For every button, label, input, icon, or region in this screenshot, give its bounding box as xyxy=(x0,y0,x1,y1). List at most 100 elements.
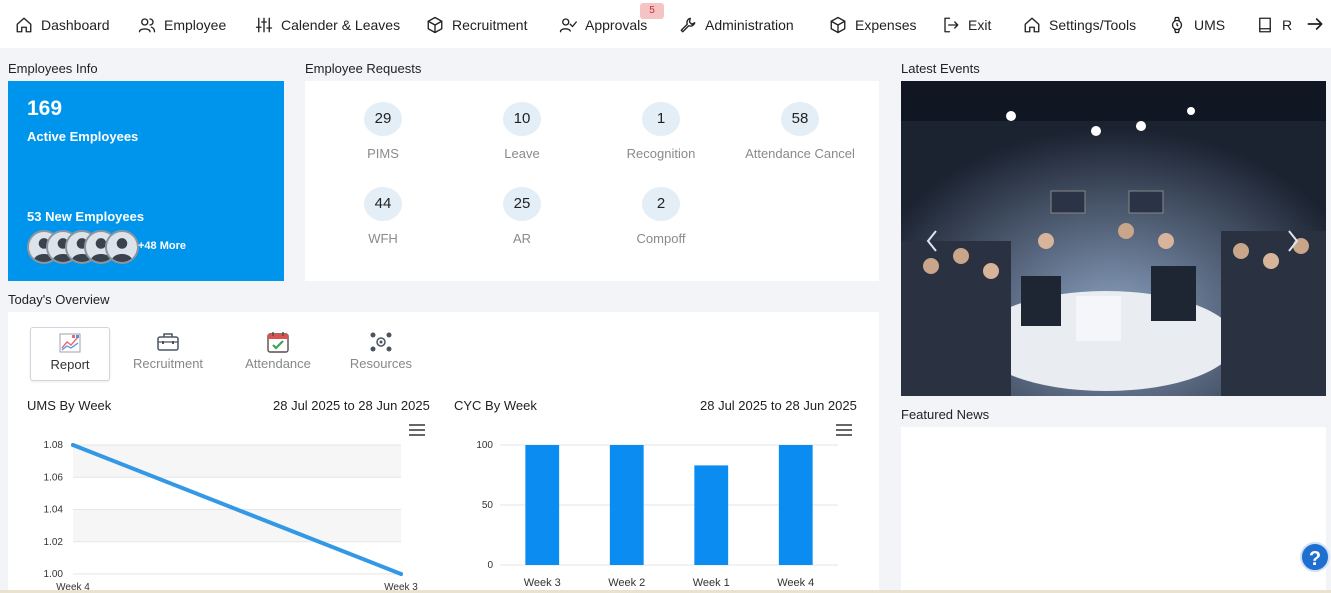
nav-approvals[interactable]: Approvals xyxy=(559,14,647,36)
tab-report[interactable]: Report xyxy=(30,327,110,381)
featured-news-title: Featured News xyxy=(901,407,990,422)
ums-y-tick-label: 1.04 xyxy=(44,505,64,516)
help-button[interactable]: ? xyxy=(1300,542,1330,572)
briefcase-icon xyxy=(157,333,179,351)
cyc-bar xyxy=(778,445,813,565)
more-employees-link[interactable]: +48 More xyxy=(138,240,186,252)
nav-label: Approvals xyxy=(585,17,648,33)
users-icon xyxy=(138,18,156,33)
cyc-y-tick-label: 0 xyxy=(487,560,493,571)
tab-resources[interactable]: Resources xyxy=(341,327,421,381)
featured-news-panel xyxy=(901,427,1326,593)
request-item-ar[interactable]: 25 AR xyxy=(457,187,587,246)
employees-info-card[interactable]: 169 Active Employees 53 New Employees +4… xyxy=(8,81,284,281)
tab-attendance[interactable]: Attendance xyxy=(238,327,318,381)
arrow-right-icon xyxy=(1307,18,1323,30)
nav-label: Re xyxy=(1282,17,1292,33)
request-label: Recognition xyxy=(626,146,696,161)
request-item-attendance-cancel[interactable]: 58 Attendance Cancel xyxy=(735,102,865,161)
tab-label: Recruitment xyxy=(132,356,204,371)
nav-label: UMS xyxy=(1194,17,1226,33)
tab-label: Report xyxy=(50,357,90,372)
cyc-chart-menu-icon[interactable] xyxy=(836,424,852,436)
employees-info-title: Employees Info xyxy=(8,61,98,76)
top-navigation: Dashboard Employee Calender & Leaves Rec… xyxy=(0,0,1331,48)
nav-employee[interactable]: Employee xyxy=(138,14,226,36)
todays-overview-title: Today's Overview xyxy=(8,292,110,307)
ums-y-tick-label: 1.02 xyxy=(44,537,64,548)
nav-scroll-right-button[interactable] xyxy=(1305,14,1325,34)
nav-label: Employee xyxy=(164,17,227,33)
request-count: 58 xyxy=(781,102,819,136)
nav-label: Settings/Tools xyxy=(1049,17,1137,33)
latest-events-carousel[interactable] xyxy=(901,81,1326,396)
request-label: Leave xyxy=(504,146,540,161)
home-icon xyxy=(16,17,32,33)
cyc-bar xyxy=(525,445,560,565)
nav-item-clipped[interactable]: Re xyxy=(1256,14,1292,36)
tab-label: Attendance xyxy=(245,356,311,371)
ums-chart-date-range: 28 Jul 2025 to 28 Jun 2025 xyxy=(273,398,430,413)
nav-label: Administration xyxy=(705,17,794,33)
request-label: Compoff xyxy=(636,231,686,246)
event-photo xyxy=(901,81,1326,396)
ums-data-point xyxy=(71,443,75,447)
nav-dashboard[interactable]: Dashboard xyxy=(15,14,110,36)
book-icon xyxy=(1259,17,1271,33)
nav-label: Calender & Leaves xyxy=(281,17,401,33)
tab-label: Resources xyxy=(349,356,413,371)
request-label: Attendance Cancel xyxy=(745,146,855,161)
cube-icon xyxy=(427,16,443,34)
request-item-wfh[interactable]: 44 WFH xyxy=(318,187,448,246)
wrench-icon xyxy=(680,17,696,33)
ums-chart-menu-icon[interactable] xyxy=(409,424,425,436)
cyc-bar xyxy=(694,465,729,565)
nav-label: Dashboard xyxy=(41,17,110,33)
request-item-compoff[interactable]: 2 Compoff xyxy=(596,187,726,246)
request-item-recognition[interactable]: 1 Recognition xyxy=(596,102,726,161)
cyc-chart-date-range: 28 Jul 2025 to 28 Jun 2025 xyxy=(700,398,857,413)
latest-events-title: Latest Events xyxy=(901,61,980,76)
request-count: 1 xyxy=(642,102,680,136)
avatar[interactable] xyxy=(105,230,139,264)
request-count: 29 xyxy=(364,102,402,136)
home-icon xyxy=(1024,17,1040,33)
nav-expenses[interactable]: Expenses xyxy=(829,14,916,36)
request-item-leave[interactable]: 10 Leave xyxy=(457,102,587,161)
request-item-pims[interactable]: 29 PIMS xyxy=(318,102,448,161)
cyc-x-tick-label: Week 2 xyxy=(608,577,645,589)
ums-y-tick-label: 1.06 xyxy=(44,472,64,483)
watch-icon xyxy=(1171,16,1183,34)
cyc-chart-title: CYC By Week xyxy=(454,398,537,413)
request-label: AR xyxy=(512,231,532,246)
request-label: PIMS xyxy=(367,146,399,161)
new-employees-label: 53 New Employees xyxy=(27,209,145,224)
tab-recruitment[interactable]: Recruitment xyxy=(128,327,208,381)
ums-plot-band xyxy=(73,445,401,478)
request-label: WFH xyxy=(368,231,398,246)
ums-chart-title: UMS By Week xyxy=(27,398,112,413)
user-check-icon xyxy=(559,18,577,33)
cyc-x-tick-label: Week 3 xyxy=(524,577,561,589)
cyc-bar xyxy=(609,445,644,565)
ums-y-tick-label: 1.08 xyxy=(44,440,64,451)
nav-exit[interactable]: Exit xyxy=(942,14,991,36)
ums-line-chart: 1.081.061.041.021.00Week 4 Week 3 xyxy=(44,440,419,593)
calendar-check-icon xyxy=(267,332,289,353)
user-avatar-icon xyxy=(111,238,133,262)
nav-administration[interactable]: Administration xyxy=(679,14,794,36)
nav-label: Expenses xyxy=(855,17,917,33)
request-count: 10 xyxy=(503,102,541,136)
todays-overview-panel: Report Recruitment Attendance Resources … xyxy=(8,312,879,593)
nav-recruitment[interactable]: Recruitment xyxy=(426,14,527,36)
exit-icon xyxy=(944,17,959,33)
nav-re[interactable]: Re xyxy=(1256,14,1292,36)
cyc-x-tick-label: Week 4 xyxy=(777,577,814,589)
nav-label: Recruitment xyxy=(452,17,528,33)
request-count: 2 xyxy=(642,187,680,221)
nav-settings-tools[interactable]: Settings/Tools xyxy=(1023,14,1136,36)
nav-calender-leaves[interactable]: Calender & Leaves xyxy=(255,14,400,36)
ums-plot-band xyxy=(73,509,401,542)
nav-ums[interactable]: UMS xyxy=(1168,14,1225,36)
request-count: 44 xyxy=(364,187,402,221)
